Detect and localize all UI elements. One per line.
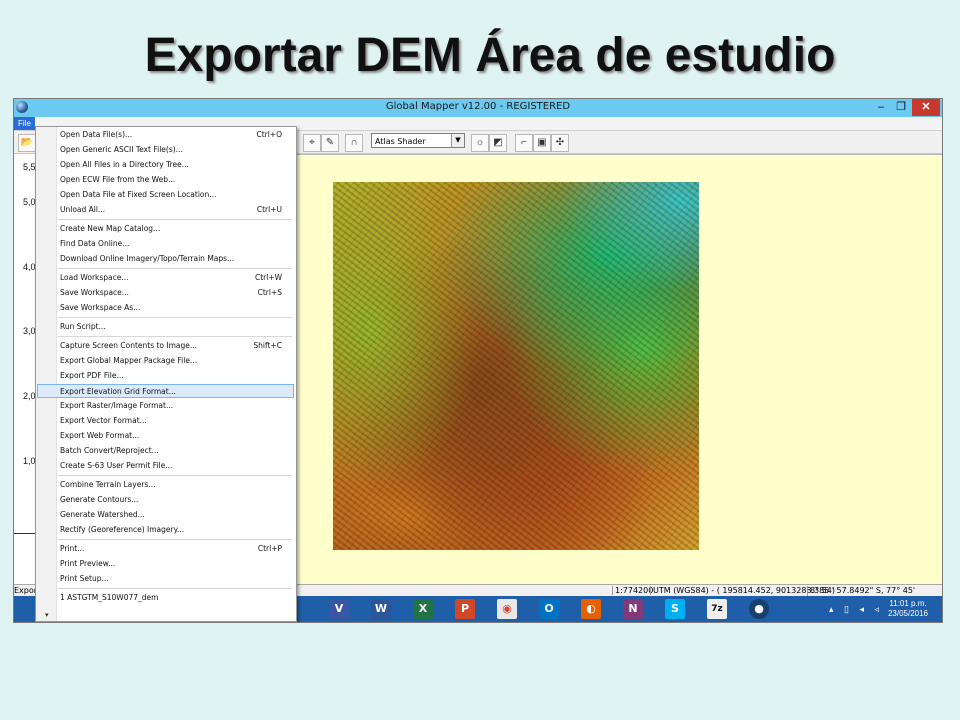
menu-separator (58, 475, 292, 476)
window-title: Global Mapper v12.00 - REGISTERED (385, 101, 571, 112)
dem-elevation-map (333, 182, 699, 550)
menu-expand-arrow[interactable]: ▾ (45, 611, 49, 619)
axis-label: 4,0 (23, 262, 36, 272)
menu-item[interactable]: Save Workspace... Ctrl+S (37, 286, 294, 300)
menu-item[interactable]: Export Raster/Image Format... (37, 399, 294, 413)
minimize-button[interactable]: ‒ (872, 99, 890, 116)
menu-item[interactable]: Generate Watershed... (37, 508, 294, 522)
menu-separator (58, 219, 292, 220)
terrain-shading (333, 182, 699, 550)
excel-icon[interactable]: X (413, 599, 433, 619)
file-menu[interactable]: File (14, 117, 35, 130)
arch-icon[interactable]: ∩ (345, 134, 363, 152)
lighting-icon[interactable]: ☼ (471, 134, 489, 152)
axis-label: 5,0 (23, 197, 36, 207)
axis-label: 3,0 (23, 326, 36, 336)
menu-separator (58, 539, 292, 540)
menu-item[interactable]: Open Data File(s)... Ctrl+O (37, 128, 294, 142)
visio-icon[interactable]: V (329, 599, 349, 619)
clock-time: 11:01 p.m. (889, 599, 927, 608)
menu-item[interactable]: Open All Files in a Directory Tree... (37, 158, 294, 172)
menu-item[interactable]: Rectify (Georeference) Imagery... (37, 523, 294, 537)
axis-label: 5,5 (23, 162, 36, 172)
map-scale: 1:774200 (612, 586, 653, 595)
chrome-icon[interactable]: ◉ (497, 599, 517, 619)
recent-file-item[interactable]: 1 ASTGTM_S10W077_dem (37, 591, 294, 605)
digitizer-icon[interactable]: ✎ (321, 134, 339, 152)
menu-item[interactable]: Export Global Mapper Package File... (37, 354, 294, 368)
shader-value: Atlas Shader (375, 137, 426, 146)
menu-item[interactable]: Download Online Imagery/Topo/Terrain Map… (37, 252, 294, 266)
palette-icon[interactable]: ◩ (489, 134, 507, 152)
menu-item[interactable]: Load Workspace... Ctrl+W (37, 271, 294, 285)
menu-item[interactable]: Unload All... Ctrl+U (37, 203, 294, 217)
menu-item[interactable]: Export Vector Format... (37, 414, 294, 428)
map-view[interactable] (297, 154, 942, 584)
7zip-icon[interactable]: 7z (707, 599, 727, 619)
menu-item[interactable]: Generate Contours... (37, 493, 294, 507)
config-icon[interactable]: ✣ (551, 134, 569, 152)
outlook-icon[interactable]: O (539, 599, 559, 619)
menu-item[interactable]: Print Setup... (37, 572, 294, 586)
menu-item[interactable]: Combine Terrain Layers... (37, 478, 294, 492)
menu-item-export-elevation-grid[interactable]: Export Elevation Grid Format... (37, 384, 294, 398)
overlay-control-panel[interactable]: 5,5 5,0 4,0 3,0 2,0 1,0 (14, 154, 37, 584)
shader-dropdown[interactable]: Atlas Shader ▼ (371, 133, 465, 148)
powerpoint-icon[interactable]: P (455, 599, 475, 619)
open-folder-icon[interactable]: 📂 (18, 134, 36, 152)
axis-label: 2,0 (23, 391, 36, 401)
menu-item[interactable]: Print Preview... (37, 557, 294, 571)
menu-item[interactable]: Create S-63 User Permit File... (37, 459, 294, 473)
left-panel-footer (14, 533, 37, 578)
slide-title: Exportar DEM Área de estudio (144, 29, 836, 82)
skype-icon[interactable]: S (665, 599, 685, 619)
axis-label: 1,0 (23, 456, 36, 466)
menu-item[interactable]: Create New Map Catalog... (37, 222, 294, 236)
menu-separator (58, 588, 292, 589)
clock[interactable]: 11:01 p.m. 23/05/2016 (878, 599, 938, 619)
clock-date: 23/05/2016 (887, 609, 929, 618)
menu-item[interactable]: Open Data File at Fixed Screen Location.… (37, 188, 294, 202)
menu-separator (58, 268, 292, 269)
menu-item[interactable]: Save Workspace As... (37, 301, 294, 315)
menu-separator (58, 336, 292, 337)
global-mapper-icon[interactable]: ● (749, 599, 769, 619)
status-text: Expor (14, 586, 38, 595)
menu-item[interactable]: Export PDF File... (37, 369, 294, 383)
overlay-icon[interactable]: ▣ (533, 134, 551, 152)
word-icon[interactable]: W (371, 599, 391, 619)
menu-item[interactable]: Export Web Format... (37, 429, 294, 443)
menu-item[interactable]: Print... Ctrl+P (37, 542, 294, 556)
file-dropdown-menu: Open Data File(s)... Ctrl+O Open Generic … (35, 126, 297, 622)
chevron-down-icon: ▼ (451, 134, 464, 147)
close-button[interactable]: ✕ (912, 99, 940, 116)
menu-item[interactable]: Open Generic ASCII Text File(s)... (37, 143, 294, 157)
window-titlebar[interactable]: Global Mapper v12.00 - REGISTERED ‒ ❐ ✕ (14, 99, 942, 118)
menu-item[interactable]: Run Script... (37, 320, 294, 334)
menu-item[interactable]: Open ECW File from the Web... (37, 173, 294, 187)
maximize-button[interactable]: ❐ (892, 99, 910, 116)
menu-item[interactable]: Batch Convert/Reproject... (37, 444, 294, 458)
menu-item[interactable]: Capture Screen Contents to Image... Shift… (37, 339, 294, 353)
firefox-icon[interactable]: ◐ (581, 599, 601, 619)
path-profile-icon[interactable]: ⌐ (515, 134, 533, 152)
menu-item[interactable]: Find Data Online... (37, 237, 294, 251)
onenote-icon[interactable]: N (623, 599, 643, 619)
measure-icon[interactable]: ⌖ (303, 134, 321, 152)
app-screenshot: Global Mapper v12.00 - REGISTERED ‒ ❐ ✕ … (13, 98, 943, 623)
menu-separator (58, 317, 292, 318)
system-tray-icons[interactable]: ▴ ▯ ◂ ◃ (829, 604, 883, 615)
